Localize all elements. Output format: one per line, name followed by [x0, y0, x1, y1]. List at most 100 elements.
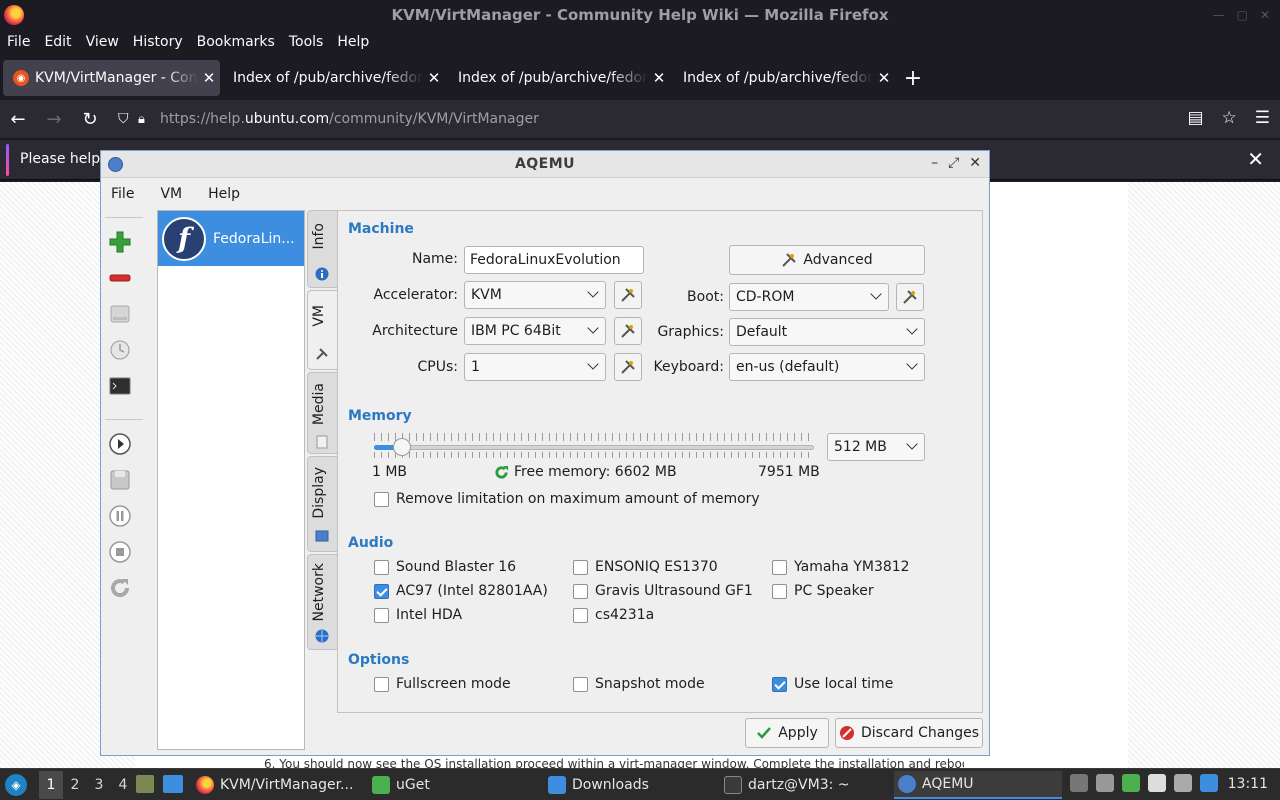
audio-option-label: Intel HDA [396, 607, 463, 623]
aqemu-menu-help[interactable]: Help [208, 186, 240, 202]
snapshot-mode-checkbox[interactable]: Snapshot mode [573, 676, 705, 692]
hard-disk-icon[interactable] [107, 301, 133, 327]
workspace-1[interactable]: 1 [39, 770, 63, 799]
save-state-icon[interactable] [107, 467, 133, 493]
refresh-icon[interactable] [494, 465, 509, 480]
graphics-select[interactable]: Default [729, 318, 925, 346]
menu-help[interactable]: Help [337, 34, 369, 50]
lock-icon[interactable]: 🔒︎ [138, 112, 160, 127]
audio-yamaha-ym3812-checkbox[interactable]: Yamaha YM3812 [772, 559, 910, 575]
stop-icon[interactable] [107, 539, 133, 565]
tab-info[interactable]: Info [307, 210, 337, 288]
tray-storage-icon[interactable] [1070, 774, 1088, 792]
vm-list-item[interactable]: f FedoraLin... [158, 211, 304, 266]
tab-close-icon[interactable]: ✕ [423, 69, 445, 87]
desktop-launcher-icon[interactable] [163, 775, 183, 793]
audio-pc-speaker-checkbox[interactable]: PC Speaker [772, 583, 874, 599]
notice-message: Please help [20, 151, 101, 167]
shield-icon[interactable]: ⛉ [118, 111, 138, 127]
snapshot-clock-icon[interactable] [107, 337, 133, 363]
taskbar-item-downloads[interactable]: Downloads [544, 771, 714, 799]
menu-bookmarks[interactable]: Bookmarks [197, 34, 275, 50]
clipboard-icon[interactable] [1148, 774, 1166, 792]
aqemu-menu-file[interactable]: File [111, 186, 134, 202]
pause-icon[interactable] [107, 503, 133, 529]
maximize-icon[interactable]: ⤢ [948, 155, 959, 171]
workspace-4[interactable]: 4 [111, 771, 135, 799]
architecture-select[interactable]: IBM PC 64Bit [464, 317, 606, 345]
workspace-3[interactable]: 3 [87, 771, 111, 799]
aqemu-menu-vm[interactable]: VM [160, 186, 182, 202]
tab-display[interactable]: Display [307, 456, 337, 552]
tab-vm-label: VM [311, 305, 327, 327]
accelerator-select[interactable]: KVM [464, 281, 606, 309]
url-bar[interactable]: ⛉ 🔒︎ https://help.ubuntu.com/community/K… [118, 104, 1240, 134]
apply-button[interactable]: Apply [745, 718, 829, 748]
start-menu-icon[interactable]: ◈ [5, 773, 27, 796]
reader-view-icon[interactable]: ▤ [1187, 108, 1203, 128]
menu-tools[interactable]: Tools [289, 34, 324, 50]
tab-network[interactable]: Network [307, 554, 337, 650]
audio-sound-blaster-16-checkbox[interactable]: Sound Blaster 16 [374, 559, 516, 575]
add-vm-icon[interactable] [107, 229, 133, 255]
url-text[interactable]: https://help.ubuntu.com/community/KVM/Vi… [160, 111, 539, 127]
audio-ac97-checkbox[interactable]: AC97 (Intel 82801AA) [374, 583, 548, 599]
boot-select[interactable]: CD-ROM [729, 283, 889, 311]
taskbar-item-uget[interactable]: uGet [368, 771, 538, 799]
tab-fedora-archive-2[interactable]: Index of /pub/archive/fedora ✕ [448, 60, 670, 96]
taskbar-item-aqemu[interactable]: AQEMU [894, 771, 1062, 799]
volume-icon[interactable] [1096, 774, 1114, 792]
display-tray-icon[interactable] [1174, 774, 1192, 792]
tab-close-icon[interactable]: ✕ [198, 69, 220, 87]
close-icon[interactable]: ✕ [1260, 8, 1270, 22]
audio-cs4231a-checkbox[interactable]: cs4231a [573, 607, 654, 623]
tab-media[interactable]: Media [307, 372, 337, 454]
tab-kvm-virtmanager[interactable]: ◉ KVM/VirtManager - Community Help Wiki … [3, 60, 220, 96]
new-tab-icon[interactable]: + [898, 66, 928, 91]
boot-settings-button[interactable] [896, 283, 924, 311]
audio-gravis-ultrasound-checkbox[interactable]: Gravis Ultrasound GF1 [573, 583, 753, 599]
play-icon[interactable] [107, 431, 133, 457]
network-icon[interactable] [1200, 774, 1218, 792]
menu-history[interactable]: History [133, 34, 183, 50]
audio-intel-hda-checkbox[interactable]: Intel HDA [374, 607, 462, 623]
tab-fedora-archive-1[interactable]: Index of /pub/archive/fedora ✕ [223, 60, 445, 96]
slider-handle[interactable] [393, 438, 411, 456]
workspace-2[interactable]: 2 [63, 771, 87, 799]
taskbar-item-terminal[interactable]: dartz@VM3: ~ [720, 771, 890, 799]
memory-slider[interactable] [374, 433, 814, 461]
menu-file[interactable]: File [7, 34, 30, 50]
use-local-time-checkbox[interactable]: Use local time [772, 676, 893, 692]
tab-close-icon[interactable]: ✕ [648, 69, 670, 87]
reset-icon[interactable] [107, 575, 133, 601]
vm-name-input[interactable]: FedoraLinuxEvolution [464, 246, 644, 274]
cpus-select[interactable]: 1 [464, 353, 606, 381]
keyboard-select[interactable]: en-us (default) [729, 353, 925, 381]
memory-size-select[interactable]: 512 MB [827, 433, 925, 461]
remove-memory-limit-checkbox[interactable]: Remove limitation on maximum amount of m… [374, 491, 760, 507]
hamburger-menu-icon[interactable]: ☰ [1255, 108, 1270, 128]
reload-icon[interactable]: ↻ [72, 109, 108, 130]
notice-close-icon[interactable]: ✕ [1247, 147, 1264, 171]
tab-close-icon[interactable]: ✕ [873, 69, 895, 87]
back-icon[interactable]: ← [0, 109, 36, 130]
discard-changes-button[interactable]: Discard Changes [835, 718, 983, 748]
menu-view[interactable]: View [86, 34, 119, 50]
audio-ensoniq-es1370-checkbox[interactable]: ENSONIQ ES1370 [573, 559, 718, 575]
bookmark-star-icon[interactable]: ☆ [1222, 108, 1237, 128]
tab-vm[interactable]: VM [307, 290, 337, 370]
terminal-icon[interactable] [107, 373, 133, 399]
advanced-button[interactable]: Advanced [729, 245, 925, 275]
minimize-icon[interactable]: – [931, 155, 938, 171]
file-manager-launcher-icon[interactable] [136, 775, 154, 793]
menu-edit[interactable]: Edit [44, 34, 71, 50]
forward-icon[interactable]: → [36, 109, 72, 130]
tab-fedora-archive-3[interactable]: Index of /pub/archive/fedora ✕ [673, 60, 895, 96]
fullscreen-mode-checkbox[interactable]: Fullscreen mode [374, 676, 511, 692]
tray-xfce-icon[interactable] [1122, 774, 1140, 792]
minimize-icon[interactable]: — [1213, 8, 1225, 22]
taskbar-item-firefox[interactable]: KVM/VirtManager... [192, 771, 362, 799]
close-icon[interactable]: ✕ [969, 155, 981, 171]
delete-vm-icon[interactable] [107, 265, 133, 291]
maximize-icon[interactable]: ▢ [1237, 8, 1248, 22]
